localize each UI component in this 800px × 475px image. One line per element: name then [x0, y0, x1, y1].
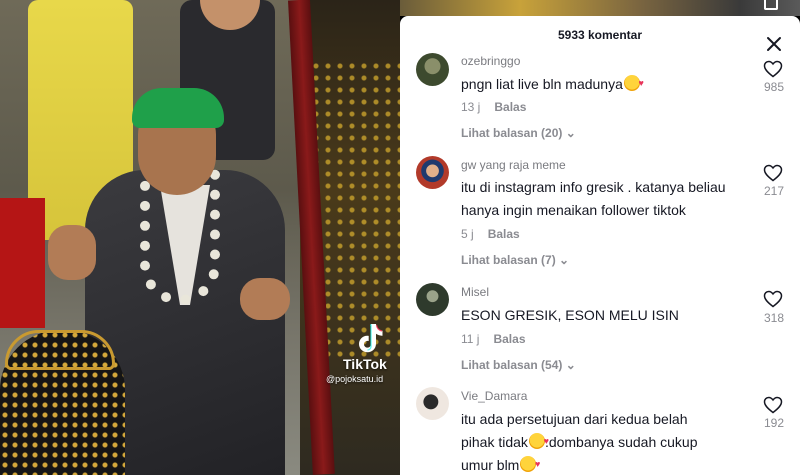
man-hand-left	[48, 225, 96, 280]
video-username: @pojoksatu.id	[326, 374, 384, 384]
view-replies-button[interactable]: Lihat balasan (20) ⌄	[461, 126, 576, 140]
like-count: 985	[763, 80, 785, 94]
comment-text-part: .dombanya sudah cukup	[544, 434, 698, 450]
comment-username[interactable]: Vie_Damara	[461, 389, 527, 403]
smiling-face-with-hearts-icon	[520, 453, 540, 475]
comment-time: 11 j	[461, 332, 480, 346]
heart-icon[interactable]	[763, 60, 783, 78]
comment-time: 5 j	[461, 227, 474, 241]
close-icon[interactable]	[764, 34, 784, 54]
reply-button[interactable]: Balas	[494, 100, 526, 114]
comment-text: itu di instagram info gresik . katanya b…	[461, 179, 726, 218]
like-count: 217	[763, 184, 785, 198]
chevron-down-icon: ⌄	[565, 358, 576, 372]
heart-icon[interactable]	[763, 164, 783, 182]
comment-text-line: pihak tidak .dombanya sudah cukup	[461, 430, 756, 454]
comment-username[interactable]: gw yang raja meme	[461, 158, 566, 172]
comment-text-part: umur blm	[461, 457, 520, 473]
comment-text: ESON GRESIK, ESON MELU ISIN	[461, 307, 679, 323]
comment-meta: 11 j Balas	[461, 332, 526, 346]
tiktok-logo-icon	[359, 324, 383, 353]
comments-panel: 5933 komentar ozebringgo pngn liat live …	[400, 16, 800, 475]
chevron-down-icon: ⌄	[559, 253, 570, 267]
smiling-face-with-hearts-icon	[623, 72, 644, 95]
reply-button[interactable]: Balas	[493, 332, 525, 346]
like-count: 192	[763, 416, 785, 430]
comment-username[interactable]: Misel	[461, 285, 489, 299]
avatar[interactable]	[416, 156, 449, 189]
red-cloth	[0, 198, 45, 328]
comment-text-part: pihak tidak	[461, 434, 528, 450]
comment-text-line: itu ada persetujuan dari kedua belah	[461, 411, 688, 427]
decorated-hat-rim	[5, 330, 115, 370]
bookmark-icon[interactable]	[764, 0, 778, 10]
comment-username[interactable]: ozebringgo	[461, 54, 520, 68]
view-replies-button[interactable]: Lihat balasan (7) ⌄	[461, 253, 569, 267]
view-replies-button[interactable]: Lihat balasan (54) ⌄	[461, 358, 576, 372]
reply-button[interactable]: Balas	[488, 227, 520, 241]
comment-meta: 13 j Balas	[461, 100, 526, 114]
heart-icon[interactable]	[763, 396, 783, 414]
comment-text-line: umur blm	[461, 453, 756, 475]
avatar[interactable]	[416, 283, 449, 316]
comment-meta: 5 j Balas	[461, 227, 520, 241]
video-top-strip	[400, 0, 800, 16]
green-hat	[132, 88, 224, 128]
chevron-down-icon: ⌄	[565, 126, 576, 140]
screen: TikTok @pojoksatu.id 5933 komentar ozebr…	[0, 0, 800, 475]
view-replies-label: Lihat balasan (54)	[461, 358, 563, 372]
comment-text: itu ada persetujuan dari kedua belah pih…	[461, 408, 756, 475]
view-replies-label: Lihat balasan (20)	[461, 126, 563, 140]
comment-text: pngn liat live bln madunya	[461, 72, 756, 96]
comment-time: 13 j	[461, 100, 481, 114]
man-hand-right	[240, 278, 290, 320]
heart-icon[interactable]	[763, 290, 783, 308]
comments-count-title: 5933 komentar	[557, 28, 643, 42]
tiktok-brand: TikTok	[343, 356, 387, 372]
avatar[interactable]	[416, 53, 449, 86]
like-count: 318	[763, 311, 785, 325]
comment-text-content: pngn liat live bln madunya	[461, 76, 623, 92]
smiling-face-with-hearts-icon	[528, 430, 549, 453]
avatar[interactable]	[416, 387, 449, 420]
view-replies-label: Lihat balasan (7)	[461, 253, 556, 267]
video-player[interactable]: TikTok @pojoksatu.id	[0, 0, 400, 475]
